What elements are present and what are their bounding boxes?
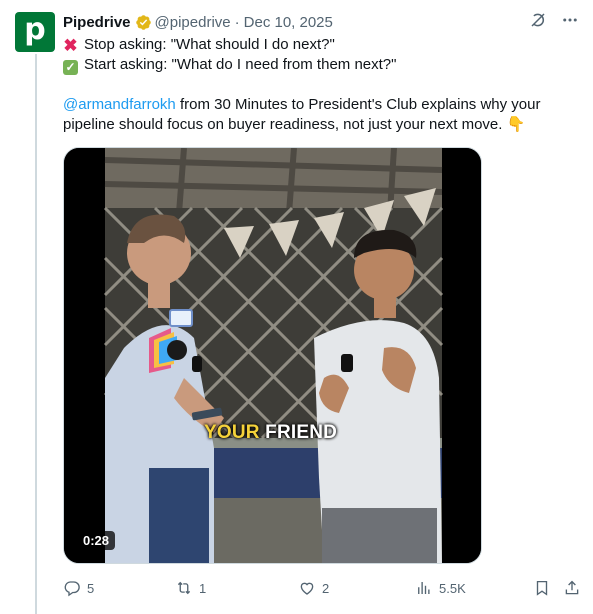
- views-button[interactable]: 5.5K: [415, 576, 466, 600]
- mention-link[interactable]: @armandfarrokh: [63, 96, 176, 113]
- reply-count: 5: [87, 580, 95, 596]
- like-icon: [300, 582, 314, 595]
- tweet-text: ✖ Stop asking: "What should I do next?" ✓…: [63, 35, 573, 135]
- line-stop-asking: ✖ Stop asking: "What should I do next?": [63, 35, 573, 55]
- reply-button[interactable]: 5: [63, 576, 94, 600]
- repost-icon: [177, 581, 191, 595]
- cross-mark-icon: ✖: [63, 36, 78, 55]
- line2-text: Start asking: "What do I need from them …: [84, 56, 397, 73]
- bookmark-button[interactable]: [533, 576, 551, 600]
- share-button[interactable]: [563, 576, 581, 600]
- more-icon[interactable]: [561, 11, 579, 29]
- pointing-down-emoji: 👇: [506, 116, 526, 133]
- verified-badge-icon[interactable]: [135, 14, 152, 31]
- share-icon: [565, 580, 579, 595]
- author-handle[interactable]: @pipedrive: [155, 14, 231, 31]
- action-bar: 5 1 2 5.5K: [63, 576, 583, 600]
- video-player[interactable]: YOUR FRIEND 0:28: [63, 147, 482, 564]
- tweet-date[interactable]: Dec 10, 2025: [244, 14, 333, 31]
- check-mark-icon: ✓: [63, 60, 78, 75]
- thread-line: [35, 54, 37, 614]
- caption-text: FRIEND: [259, 422, 338, 443]
- caption-highlight: YOUR: [204, 422, 260, 443]
- bookmark-icon: [536, 580, 548, 596]
- grok-icon[interactable]: [529, 11, 547, 29]
- reply-icon: [64, 581, 80, 597]
- line-start-asking: ✓ Start asking: "What do I need from them…: [63, 55, 573, 75]
- line-explanation: @armandfarrokh from 30 Minutes to Presid…: [63, 95, 573, 135]
- avatar[interactable]: p: [15, 12, 55, 52]
- author-name[interactable]: Pipedrive: [63, 14, 131, 31]
- tweet-header: Pipedrive @pipedrive · Dec 10, 2025: [63, 11, 333, 33]
- like-count: 2: [322, 580, 330, 596]
- like-button[interactable]: 2: [298, 576, 329, 600]
- video-thumbnail: [64, 148, 481, 563]
- line1-text: Stop asking: "What should I do next?": [84, 36, 335, 53]
- separator: ·: [234, 13, 240, 31]
- views-count: 5.5K: [439, 580, 466, 596]
- views-icon: [418, 582, 430, 594]
- video-duration: 0:28: [77, 531, 116, 550]
- repost-count: 1: [199, 580, 207, 596]
- repost-button[interactable]: 1: [175, 576, 206, 600]
- avatar-letter: p: [24, 12, 46, 47]
- top-actions: [529, 11, 579, 29]
- video-caption: YOUR FRIEND: [204, 422, 337, 444]
